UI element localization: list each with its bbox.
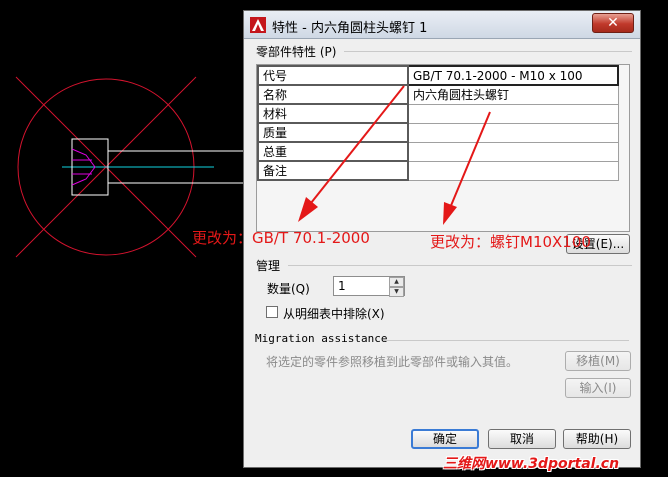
property-value-input[interactable] (407, 103, 619, 124)
property-value-input[interactable] (407, 122, 619, 143)
property-key: 质量 (257, 122, 409, 143)
properties-table: 代号 GB/T 70.1-2000 - M10 x 100 名称 内六角圆柱头螺… (257, 65, 619, 181)
autocad-logo-icon (250, 17, 266, 33)
table-row[interactable]: 材料 (257, 103, 619, 124)
manage-group-label: 管理 (256, 259, 281, 273)
exclude-from-bom-checkbox[interactable] (266, 306, 278, 318)
close-icon: ✕ (607, 15, 619, 31)
property-key: 总重 (257, 141, 409, 162)
import-button[interactable]: 输入(I) (565, 378, 631, 398)
group-divider (288, 265, 632, 266)
quantity-spinner[interactable]: ▲ ▼ (389, 277, 404, 297)
property-key: 备注 (257, 160, 409, 181)
close-button[interactable]: ✕ (592, 13, 634, 33)
cancel-button[interactable]: 取消 (488, 429, 556, 449)
dialog-title: 特性 - 内六角圆柱头螺钉 1 (272, 21, 428, 36)
table-row[interactable]: 代号 GB/T 70.1-2000 - M10 x 100 (257, 65, 619, 86)
annotation-right: 更改为：螺钉M10X100 (430, 233, 591, 251)
properties-group-label: 零部件特性 (P) (256, 45, 337, 59)
annotation-left: 更改为：GB/T 70.1-2000 (192, 229, 370, 247)
watermark: 三维网www.3dportal.cn (443, 456, 620, 472)
property-value-input[interactable] (407, 160, 619, 181)
table-row[interactable]: 备注 (257, 160, 619, 181)
migration-group-label: Migration assistance (255, 332, 388, 345)
help-button[interactable]: 帮助(H) (563, 429, 631, 449)
group-divider (344, 51, 632, 52)
exclude-from-bom-label: 从明细表中排除(X) (283, 307, 385, 321)
migrate-button[interactable]: 移植(M) (565, 351, 631, 371)
property-key: 材料 (257, 103, 409, 124)
spin-up-icon[interactable]: ▲ (389, 277, 404, 287)
property-value-input[interactable]: 内六角圆柱头螺钉 (407, 84, 619, 105)
group-divider (383, 340, 629, 341)
property-value-input[interactable]: GB/T 70.1-2000 - M10 x 100 (407, 65, 619, 86)
table-row[interactable]: 名称 内六角圆柱头螺钉 (257, 84, 619, 105)
migration-hint: 将选定的零件参照移植到此零部件或输入其值。 (266, 355, 519, 369)
table-row[interactable]: 总重 (257, 141, 619, 162)
property-key: 代号 (257, 65, 409, 86)
property-key: 名称 (257, 84, 409, 105)
quantity-label: 数量(Q) (267, 282, 310, 296)
property-value-input[interactable] (407, 141, 619, 162)
ok-button[interactable]: 确定 (411, 429, 479, 449)
table-row[interactable]: 质量 (257, 122, 619, 143)
dialog-titlebar[interactable]: 特性 - 内六角圆柱头螺钉 1 ✕ (244, 11, 640, 39)
spin-down-icon[interactable]: ▼ (389, 287, 404, 297)
